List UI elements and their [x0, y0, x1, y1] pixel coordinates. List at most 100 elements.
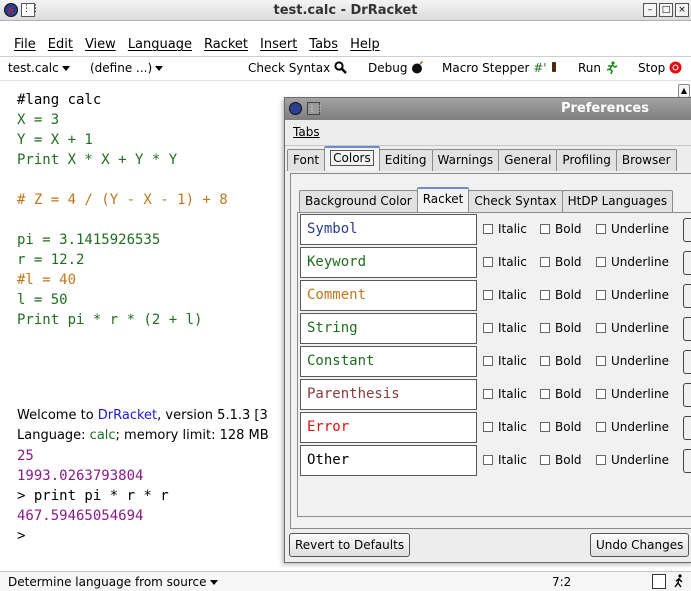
underline-label: Underline — [611, 387, 669, 401]
underline-checkbox[interactable]: Underline — [596, 222, 669, 236]
underline-checkbox[interactable]: Underline — [596, 255, 669, 269]
bold-label: Bold — [555, 222, 582, 236]
bold-checkbox[interactable]: Bold — [540, 354, 582, 368]
bold-checkbox[interactable]: Bold — [540, 321, 582, 335]
choose-color-button[interactable] — [683, 449, 691, 473]
underline-label: Underline — [611, 255, 669, 269]
bold-checkbox[interactable]: Bold — [540, 255, 582, 269]
menu-file[interactable]: File — [8, 35, 42, 55]
tab-general[interactable]: General — [498, 149, 558, 171]
style-sample[interactable]: Comment — [300, 280, 477, 311]
drracket-link[interactable]: DrRacket — [98, 408, 157, 423]
menu-edit[interactable]: Edit — [42, 35, 79, 55]
toolbar: test.calc (define ...) Check Syntax Debu… — [0, 57, 691, 81]
interactions-pane[interactable]: Welcome to DrRacket, version 5.1.3 [3 La… — [0, 406, 284, 560]
debug-button[interactable]: Debug — [368, 61, 424, 75]
bold-checkbox[interactable]: Bold — [540, 453, 582, 467]
underline-checkbox[interactable]: Underline — [596, 420, 669, 434]
repl-prompt[interactable]: > — [17, 526, 284, 546]
code-line: #lang calc — [17, 92, 102, 108]
choose-color-button[interactable] — [683, 218, 691, 242]
underline-checkbox[interactable]: Underline — [596, 354, 669, 368]
subtab-check-syntax[interactable]: Check Syntax — [468, 190, 563, 212]
checkbox-box — [596, 422, 606, 432]
italic-checkbox[interactable]: Italic — [483, 387, 527, 401]
bold-label: Bold — [555, 288, 582, 302]
macro-stepper-hash: #' — [533, 61, 547, 75]
tab-editing[interactable]: Editing — [378, 149, 433, 171]
checkbox-box — [540, 455, 550, 465]
window-controls: – □ × — [643, 3, 689, 17]
style-sample[interactable]: Constant — [300, 346, 477, 377]
choose-color-button[interactable] — [683, 317, 691, 341]
italic-checkbox[interactable]: Italic — [483, 288, 527, 302]
bold-checkbox[interactable]: Bold — [540, 288, 582, 302]
file-popup-button[interactable]: test.calc — [8, 61, 70, 75]
run-button[interactable]: Run — [578, 61, 618, 75]
menu-view[interactable]: View — [79, 35, 122, 55]
bold-checkbox[interactable]: Bold — [540, 222, 582, 236]
style-sample[interactable]: String — [300, 313, 477, 344]
definitions-editor[interactable]: #lang calc X = 3 Y = X + 1 Print X * X +… — [0, 81, 284, 401]
minimize-button[interactable]: – — [643, 3, 657, 17]
preferences-title: Preferences — [561, 101, 649, 116]
bold-checkbox[interactable]: Bold — [540, 420, 582, 434]
choose-color-button[interactable] — [683, 350, 691, 374]
define-popup-button[interactable]: (define ...) — [90, 61, 164, 75]
preferences-menu-tabs[interactable]: Tabs — [293, 125, 320, 139]
language-selector[interactable]: Determine language from source — [8, 575, 218, 589]
maximize-button[interactable]: □ — [659, 3, 673, 17]
tab-font[interactable]: Font — [287, 149, 326, 171]
tab-warnings[interactable]: Warnings — [431, 149, 500, 171]
subtab-racket[interactable]: Racket — [416, 187, 470, 212]
stop-button[interactable]: Stop — [638, 61, 682, 75]
underline-checkbox[interactable]: Underline — [596, 321, 669, 335]
menu-insert[interactable]: Insert — [254, 35, 303, 55]
style-sample[interactable]: Other — [300, 445, 477, 476]
italic-checkbox[interactable]: Italic — [483, 255, 527, 269]
underline-checkbox[interactable]: Underline — [596, 288, 669, 302]
close-button[interactable]: × — [675, 3, 689, 17]
underline-checkbox[interactable]: Underline — [596, 453, 669, 467]
check-syntax-button[interactable]: Check Syntax — [248, 61, 348, 75]
checkbox-box — [540, 389, 550, 399]
window-title-bar: ⋮⋮ test.calc - DrRacket – □ × — [0, 0, 691, 21]
define-popup-label: (define ...) — [90, 61, 153, 75]
tab-colors[interactable]: Colors — [324, 146, 380, 171]
tab-profiling[interactable]: Profiling — [556, 149, 617, 171]
welcome-suffix: , version 5.1.3 [3 — [157, 408, 268, 423]
style-sample[interactable]: Keyword — [300, 247, 477, 278]
run-label: Run — [578, 61, 602, 75]
choose-color-button[interactable] — [683, 251, 691, 275]
running-man-icon — [606, 61, 618, 74]
undo-changes-button[interactable]: Undo Changes — [590, 533, 690, 557]
tab-browser[interactable]: Browser — [615, 149, 677, 171]
revert-to-defaults-button[interactable]: Revert to Defaults — [289, 533, 411, 557]
style-sample[interactable]: Symbol — [300, 214, 477, 245]
italic-checkbox[interactable]: Italic — [483, 222, 527, 236]
choose-color-button[interactable] — [683, 383, 691, 407]
style-sample[interactable]: Parenthesis — [300, 379, 477, 410]
style-sample[interactable]: Error — [300, 412, 477, 443]
bold-checkbox[interactable]: Bold — [540, 387, 582, 401]
macro-stepper-button[interactable]: Macro Stepper #' — [442, 61, 561, 75]
italic-checkbox[interactable]: Italic — [483, 354, 527, 368]
choose-color-button[interactable] — [683, 416, 691, 440]
italic-checkbox[interactable]: Italic — [483, 453, 527, 467]
menu-language[interactable]: Language — [122, 35, 198, 55]
subtab-background-color[interactable]: Background Color — [299, 190, 418, 212]
menu-racket[interactable]: Racket — [198, 35, 254, 55]
choose-color-button[interactable] — [683, 284, 691, 308]
code-line: # Z = 4 / (Y - X - 1) + 8 — [17, 192, 228, 208]
repl-prompt: > print pi * r * r — [17, 488, 169, 504]
underline-label: Underline — [611, 420, 669, 434]
subtab-htdp-languages[interactable]: HtDP Languages — [561, 190, 674, 212]
underline-checkbox[interactable]: Underline — [596, 387, 669, 401]
menu-help[interactable]: Help — [344, 35, 386, 55]
style-row-symbol: Symbol Italic Bold Underline — [300, 214, 691, 247]
scroll-up-arrow-icon[interactable]: ▲ — [678, 84, 690, 98]
menu-tabs[interactable]: Tabs — [303, 35, 344, 55]
italic-checkbox[interactable]: Italic — [483, 321, 527, 335]
italic-checkbox[interactable]: Italic — [483, 420, 527, 434]
language-suffix: ; memory limit: 128 MB — [115, 428, 269, 443]
